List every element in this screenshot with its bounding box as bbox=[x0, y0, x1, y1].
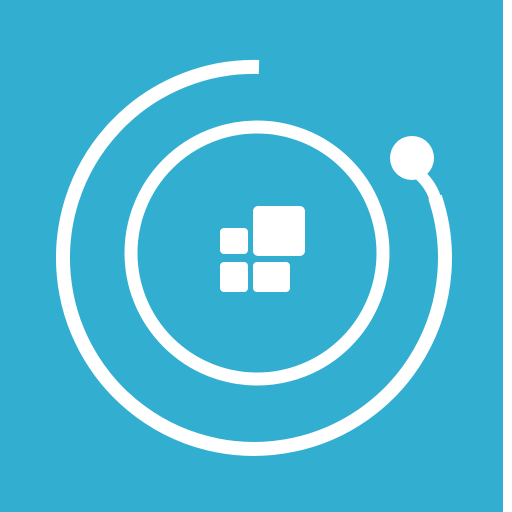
grid-tile-top-left bbox=[220, 228, 248, 254]
orbit-logo-icon bbox=[56, 59, 452, 456]
app-grid-glyph bbox=[220, 206, 305, 292]
orbit-dot-connector bbox=[408, 164, 441, 204]
grid-tile-bottom-right bbox=[253, 262, 290, 292]
grid-tile-bottom-left bbox=[220, 262, 248, 292]
grid-tile-top-right bbox=[253, 206, 305, 256]
